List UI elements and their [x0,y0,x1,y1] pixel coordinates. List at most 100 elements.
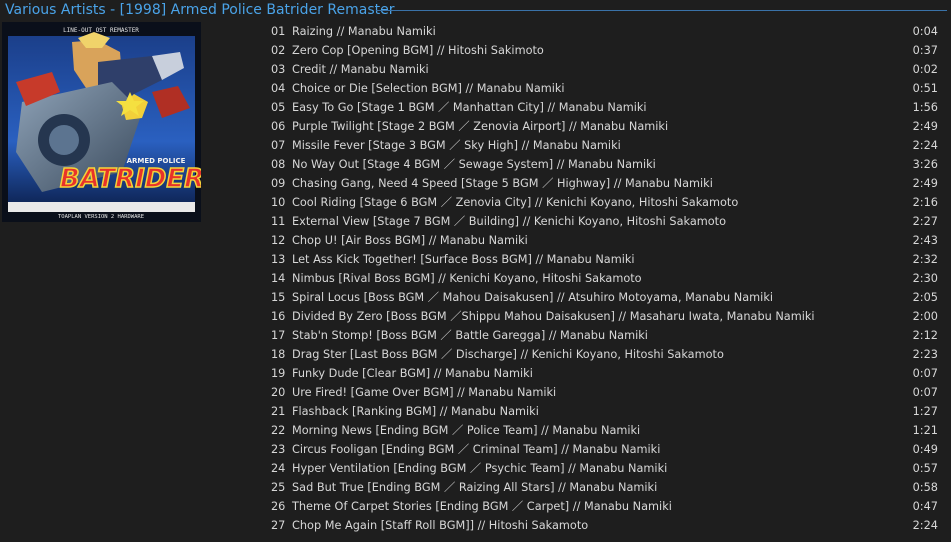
track-row[interactable]: 01 Raizing // Manabu Namiki 0:04 [205,22,951,41]
track-row[interactable]: 19 Funky Dude [Clear BGM] // Manabu Namik… [205,364,951,383]
track-duration: 2:43 [912,234,938,247]
track-title: Stab'n Stomp! [Boss BGM ／ Battle Garegga… [292,329,648,342]
track-title: Flashback [Ranking BGM] // Manabu Namiki [292,405,539,418]
track-row[interactable]: 08 No Way Out [Stage 4 BGM ／ Sewage Syste… [205,155,951,174]
track-number: 17 [271,329,286,342]
track-row[interactable]: 22 Morning News [Ending BGM ／ Police Team… [205,421,951,440]
track-number: 06 [271,120,286,133]
track-number: 11 [271,215,286,228]
album-cover[interactable]: LINE-OUT OST REMASTER ARMED POLICE BATRI… [2,22,201,222]
track-number: 13 [271,253,286,266]
track-row[interactable]: 09 Chasing Gang, Need 4 Speed [Stage 5 BG… [205,174,951,193]
track-row[interactable]: 03 Credit // Manabu Namiki 0:02 [205,60,951,79]
track-title: Raizing // Manabu Namiki [292,25,436,38]
track-duration: 0:49 [912,443,938,456]
track-title: Let Ass Kick Together! [Surface Boss BGM… [292,253,635,266]
track-title: Spiral Locus [Boss BGM ／ Mahou Daisakuse… [292,291,773,304]
track-number: 10 [271,196,286,209]
track-number: 09 [271,177,286,190]
track-duration: 0:51 [912,82,938,95]
track-row[interactable]: 11 External View [Stage 7 BGM ／ Building]… [205,212,951,231]
track-title: Circus Fooligan [Ending BGM ／ Criminal T… [292,443,661,456]
track-row[interactable]: 27 Chop Me Again [Staff Roll BGM]] // Hit… [205,516,951,535]
track-number: 12 [271,234,286,247]
track-row[interactable]: 25 Sad But True [Ending BGM ／ Raizing All… [205,478,951,497]
track-number: 23 [271,443,286,456]
track-number: 26 [271,500,286,513]
track-number: 24 [271,462,286,475]
track-number: 20 [271,386,286,399]
track-title: Drag Ster [Last Boss BGM ／ Discharge] //… [292,348,724,361]
cover-logo: BATRIDER [60,164,201,194]
track-duration: 1:21 [912,424,938,437]
track-title: Zero Cop [Opening BGM] // Hitoshi Sakimo… [292,44,544,57]
track-title: Purple Twilight [Stage 2 BGM ／ Zenovia A… [292,120,669,133]
track-number: 07 [271,139,286,152]
track-row[interactable]: 16 Divided By Zero [Boss BGM ／Shippu Maho… [205,307,951,326]
track-row[interactable]: 21 Flashback [Ranking BGM] // Manabu Nami… [205,402,951,421]
track-duration: 0:07 [912,367,938,380]
track-duration: 0:47 [912,500,938,513]
track-row[interactable]: 18 Drag Ster [Last Boss BGM ／ Discharge] … [205,345,951,364]
track-row[interactable]: 13 Let Ass Kick Together! [Surface Boss B… [205,250,951,269]
track-row[interactable]: 23 Circus Fooligan [Ending BGM ／ Criminal… [205,440,951,459]
track-number: 05 [271,101,286,114]
track-duration: 2:24 [912,139,938,152]
track-title: Morning News [Ending BGM ／ Police Team] … [292,424,641,437]
track-row[interactable]: 24 Hyper Ventilation [Ending BGM ／ Psychi… [205,459,951,478]
cover-top-text: LINE-OUT OST REMASTER [63,27,139,34]
track-row[interactable]: 05 Easy To Go [Stage 1 BGM ／ Manhattan Ci… [205,98,951,117]
track-duration: 2:16 [912,196,938,209]
track-duration: 2:49 [912,177,938,190]
album-header: Various Artists - [1998] Armed Police Ba… [0,0,951,22]
track-row[interactable]: 07 Missile Fever [Stage 3 BGM ／ Sky High]… [205,136,951,155]
track-number: 18 [271,348,286,361]
track-number: 01 [271,25,286,38]
track-row[interactable]: 15 Spiral Locus [Boss BGM ／ Mahou Daisaku… [205,288,951,307]
track-title: Choice or Die [Selection BGM] // Manabu … [292,82,565,95]
track-row[interactable]: 26 Theme Of Carpet Stories [Ending BGM ／ … [205,497,951,516]
track-row[interactable]: 20 Ure Fired! [Game Over BGM] // Manabu N… [205,383,951,402]
track-duration: 2:12 [912,329,938,342]
track-duration: 0:07 [912,386,938,399]
track-title: Hyper Ventilation [Ending BGM ／ Psychic … [292,462,668,475]
track-row[interactable]: 14 Nimbus [Rival Boss BGM] // Kenichi Koy… [205,269,951,288]
track-number: 25 [271,481,286,494]
track-row[interactable]: 02 Zero Cop [Opening BGM] // Hitoshi Saki… [205,41,951,60]
track-number: 08 [271,158,286,171]
track-duration: 1:56 [912,101,938,114]
header-divider [376,10,947,11]
track-title: Missile Fever [Stage 3 BGM ／ Sky High] /… [292,139,621,152]
track-number: 16 [271,310,286,323]
track-number: 22 [271,424,286,437]
track-duration: 0:58 [912,481,938,494]
track-row[interactable]: 17 Stab'n Stomp! [Boss BGM ／ Battle Gareg… [205,326,951,345]
track-row[interactable]: 06 Purple Twilight [Stage 2 BGM ／ Zenovia… [205,117,951,136]
track-title: No Way Out [Stage 4 BGM ／ Sewage System]… [292,158,656,171]
track-title: Funky Dude [Clear BGM] // Manabu Namiki [292,367,533,380]
track-title: Ure Fired! [Game Over BGM] // Manabu Nam… [292,386,557,399]
track-title: Easy To Go [Stage 1 BGM ／ Manhattan City… [292,101,647,114]
track-duration: 2:05 [912,291,938,304]
track-row[interactable]: 12 Chop U! [Air Boss BGM] // Manabu Namik… [205,231,951,250]
track-title: Nimbus [Rival Boss BGM] // Kenichi Koyan… [292,272,642,285]
track-number: 19 [271,367,286,380]
cover-art-image: LINE-OUT OST REMASTER ARMED POLICE BATRI… [2,22,201,222]
cover-bottom-text: TOAPLAN VERSION 2 HARDWARE [58,214,144,220]
album-title: Various Artists - [1998] Armed Police Ba… [5,2,395,18]
track-title: Theme Of Carpet Stories [Ending BGM ／ Ca… [292,500,672,513]
track-duration: 2:00 [912,310,938,323]
track-row[interactable]: 10 Cool Riding [Stage 6 BGM ／ Zenovia Cit… [205,193,951,212]
track-duration: 0:02 [912,63,938,76]
track-row[interactable]: 04 Choice or Die [Selection BGM] // Manab… [205,79,951,98]
track-duration: 0:04 [912,25,938,38]
track-number: 27 [271,519,286,532]
track-number: 02 [271,44,286,57]
track-number: 15 [271,291,286,304]
track-duration: 1:27 [912,405,938,418]
track-duration: 2:24 [912,519,938,532]
track-title: Divided By Zero [Boss BGM ／Shippu Mahou … [292,310,815,323]
track-title: Sad But True [Ending BGM ／ Raizing All S… [292,481,658,494]
track-duration: 0:57 [912,462,938,475]
track-title: Cool Riding [Stage 6 BGM ／ Zenovia City]… [292,196,739,209]
